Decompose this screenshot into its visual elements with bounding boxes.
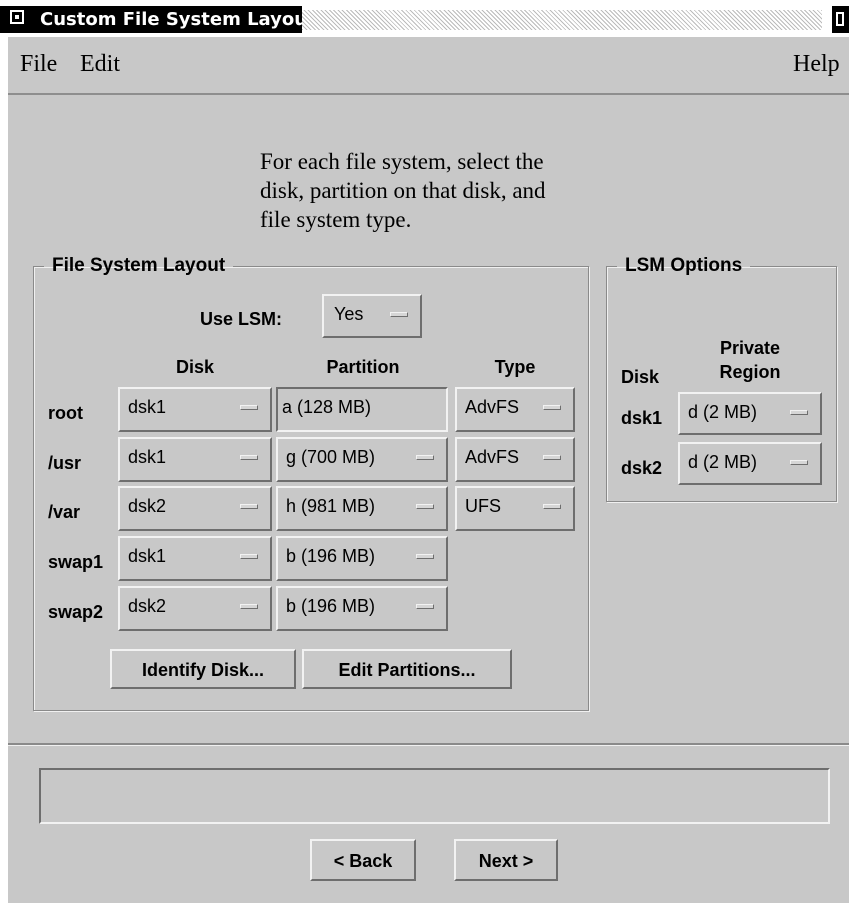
disk-menu[interactable]: dsk1: [118, 387, 272, 432]
type-menu[interactable]: UFS: [455, 486, 575, 531]
partition-field-value: a (128 MB): [282, 397, 372, 417]
lsm-row-disk: dsk1: [621, 408, 663, 428]
option-menu-indicator-icon: [543, 455, 561, 460]
disk-menu-value: dsk1: [128, 546, 167, 566]
partition-menu[interactable]: b (196 MB): [276, 536, 448, 581]
option-menu-indicator-icon: [240, 554, 258, 559]
next-button[interactable]: Next >: [454, 839, 558, 881]
identify-disk-label: Identify Disk...: [141, 660, 265, 680]
private-region-value: d (2 MB): [688, 452, 758, 472]
option-menu-indicator-icon: [790, 460, 808, 465]
disk-menu[interactable]: dsk1: [118, 437, 272, 482]
file-system-layout-legend: File System Layout: [52, 255, 226, 276]
partition-menu-value: g (700 MB): [286, 447, 376, 467]
disk-menu-value: dsk2: [128, 596, 167, 616]
option-menu-indicator-icon: [240, 455, 258, 460]
window-body: File Edit Help For each file system, sel…: [8, 37, 849, 903]
use-lsm-menu[interactable]: Yes: [322, 294, 422, 338]
type-menu-value: UFS: [465, 496, 501, 516]
lsm-header-disk: Disk: [621, 367, 660, 387]
option-menu-indicator-icon: [240, 504, 258, 509]
option-menu-indicator-icon: [416, 554, 434, 559]
menu-bar: File Edit Help: [8, 37, 849, 95]
partition-menu-value: b (196 MB): [286, 596, 376, 616]
disk-menu-value: dsk1: [128, 447, 167, 467]
lsm-options-legend: LSM Options: [625, 255, 743, 276]
header-partition: Partition: [326, 357, 400, 377]
fs-row-name: root: [48, 403, 83, 423]
option-menu-indicator-icon: [416, 604, 434, 609]
disk-menu[interactable]: dsk1: [118, 536, 272, 581]
type-menu-value: AdvFS: [465, 397, 520, 417]
menu-edit[interactable]: Edit: [80, 51, 120, 78]
partition-menu-value: b (196 MB): [286, 546, 376, 566]
type-menu[interactable]: AdvFS: [455, 437, 575, 482]
window-title: Custom File System Layout: [40, 9, 316, 30]
header-type: Type: [494, 357, 536, 377]
partition-menu[interactable]: g (700 MB): [276, 437, 448, 482]
disk-menu[interactable]: dsk2: [118, 586, 272, 631]
lsm-header-region: Region: [719, 362, 781, 382]
fs-row-name: swap1: [48, 552, 104, 572]
fs-row-name: /var: [48, 502, 81, 522]
header-disk: Disk: [175, 357, 215, 377]
file-system-layout-group: File System Layout: [33, 255, 589, 711]
fs-row-name: swap2: [48, 602, 104, 622]
option-menu-indicator-icon: [390, 312, 408, 317]
option-menu-indicator-icon: [416, 455, 434, 460]
partition-menu[interactable]: b (196 MB): [276, 586, 448, 631]
disk-menu-value: dsk2: [128, 496, 167, 516]
disk-menu-value: dsk1: [128, 397, 167, 417]
edit-partitions-label: Edit Partitions...: [338, 660, 476, 680]
partition-menu-value: h (981 MB): [286, 496, 376, 516]
title-bar-stipple: [302, 10, 822, 30]
use-lsm-value: Yes: [334, 304, 364, 324]
maximize-icon[interactable]: [832, 6, 849, 33]
option-menu-indicator-icon: [543, 504, 561, 509]
fs-row-name: /usr: [48, 453, 82, 473]
option-menu-indicator-icon: [240, 604, 258, 609]
edit-partitions-button[interactable]: Edit Partitions...: [302, 649, 512, 689]
option-menu-indicator-icon: [240, 405, 258, 410]
option-menu-indicator-icon: [790, 410, 808, 415]
title-bar[interactable]: Custom File System Layout: [0, 0, 849, 37]
separator: [8, 743, 849, 746]
type-menu-value: AdvFS: [465, 447, 520, 467]
next-label: Next >: [478, 851, 534, 871]
partition-field[interactable]: a (128 MB): [276, 387, 448, 432]
private-region-menu[interactable]: d (2 MB): [678, 442, 822, 485]
status-field: [39, 768, 830, 824]
lsm-header-private: Private: [719, 338, 781, 358]
lsm-row-disk: dsk2: [621, 458, 663, 478]
use-lsm-label: Use LSM:: [200, 309, 283, 329]
back-label: < Back: [333, 851, 393, 871]
menu-help[interactable]: Help: [793, 51, 840, 78]
identify-disk-button[interactable]: Identify Disk...: [110, 649, 296, 689]
partition-menu[interactable]: h (981 MB): [276, 486, 448, 531]
option-menu-indicator-icon: [416, 504, 434, 509]
private-region-menu[interactable]: d (2 MB): [678, 392, 822, 435]
window-menu-icon[interactable]: [10, 10, 24, 24]
disk-menu[interactable]: dsk2: [118, 486, 272, 531]
menu-file[interactable]: File: [20, 51, 57, 78]
private-region-value: d (2 MB): [688, 402, 758, 422]
back-button[interactable]: < Back: [310, 839, 416, 881]
option-menu-indicator-icon: [543, 405, 561, 410]
instructions-text: For each file system, select the disk, p…: [260, 149, 546, 232]
type-menu[interactable]: AdvFS: [455, 387, 575, 432]
